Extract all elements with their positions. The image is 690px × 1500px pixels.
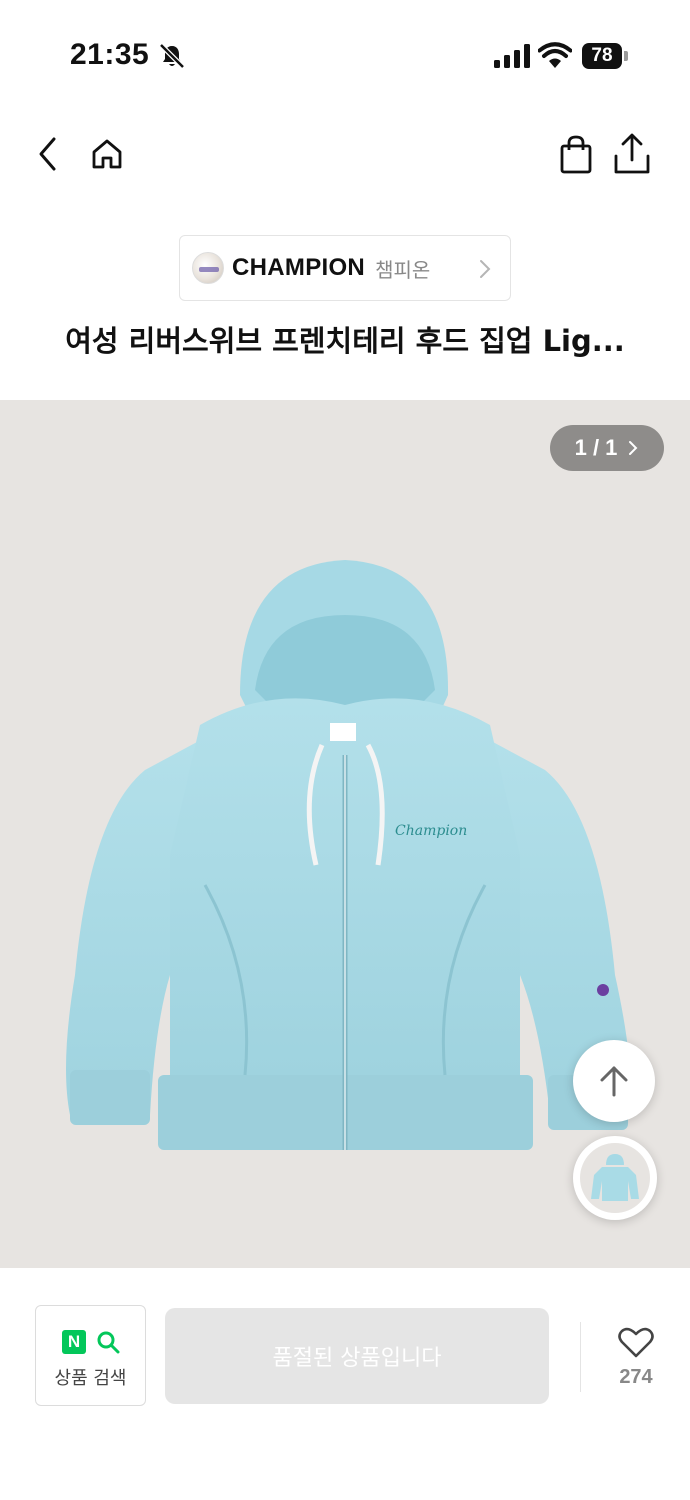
divider	[580, 1322, 581, 1392]
status-bar: 21:35 78	[0, 0, 690, 110]
naver-search-label: 상품 검색	[54, 1368, 127, 1389]
shopping-bag-icon	[560, 135, 592, 174]
brand-logo	[192, 252, 224, 284]
recent-item-thumbnail[interactable]	[573, 1136, 657, 1220]
product-title: 여성 리버스위브 프렌치테리 후드 집업 Lig...	[65, 324, 625, 358]
naver-logo-icon: N	[62, 1330, 86, 1354]
back-button[interactable]	[26, 132, 70, 176]
naver-search-button[interactable]: N 상품 검색	[35, 1305, 146, 1406]
chevron-right-icon	[480, 260, 491, 278]
brand-name-ko: 챔피온	[375, 257, 431, 282]
status-time: 21:35	[70, 38, 150, 71]
brand-name-en: CHAMPION	[232, 254, 366, 281]
shopping-bag-button[interactable]	[554, 132, 598, 176]
page-indicator[interactable]: 1 / 1	[550, 425, 664, 471]
brand-link[interactable]: CHAMPION 챔피온	[179, 235, 511, 301]
like-button[interactable]: 274	[600, 1322, 672, 1392]
arrow-up-icon	[600, 1066, 628, 1097]
scroll-to-top-button[interactable]	[573, 1040, 655, 1122]
like-count: 274	[619, 1366, 653, 1388]
heart-icon	[618, 1327, 654, 1358]
chevron-right-icon	[629, 441, 638, 455]
share-icon	[614, 133, 650, 174]
product-image: Champion	[66, 560, 631, 1150]
battery-level: 78	[582, 43, 622, 69]
home-icon	[92, 139, 122, 169]
page-indicator-label: 1 / 1	[574, 435, 618, 460]
product-image-gallery[interactable]: 1 / 1 Champion	[0, 400, 690, 1268]
hoodie-thumbnail-image	[591, 1154, 639, 1201]
wifi-icon	[538, 42, 572, 68]
bell-off-icon	[159, 43, 185, 69]
search-icon	[97, 1331, 120, 1354]
battery-icon: 78	[582, 43, 628, 69]
nav-bar	[0, 120, 690, 190]
svg-text:Champion: Champion	[395, 823, 467, 839]
chevron-left-icon	[39, 137, 56, 171]
bottom-action-bar: N 상품 검색 품절된 상품입니다 274	[0, 1270, 690, 1500]
cellular-signal-icon	[494, 44, 530, 68]
home-button[interactable]	[85, 132, 129, 176]
share-button[interactable]	[610, 132, 654, 176]
sold-out-button[interactable]: 품절된 상품입니다	[165, 1308, 549, 1404]
